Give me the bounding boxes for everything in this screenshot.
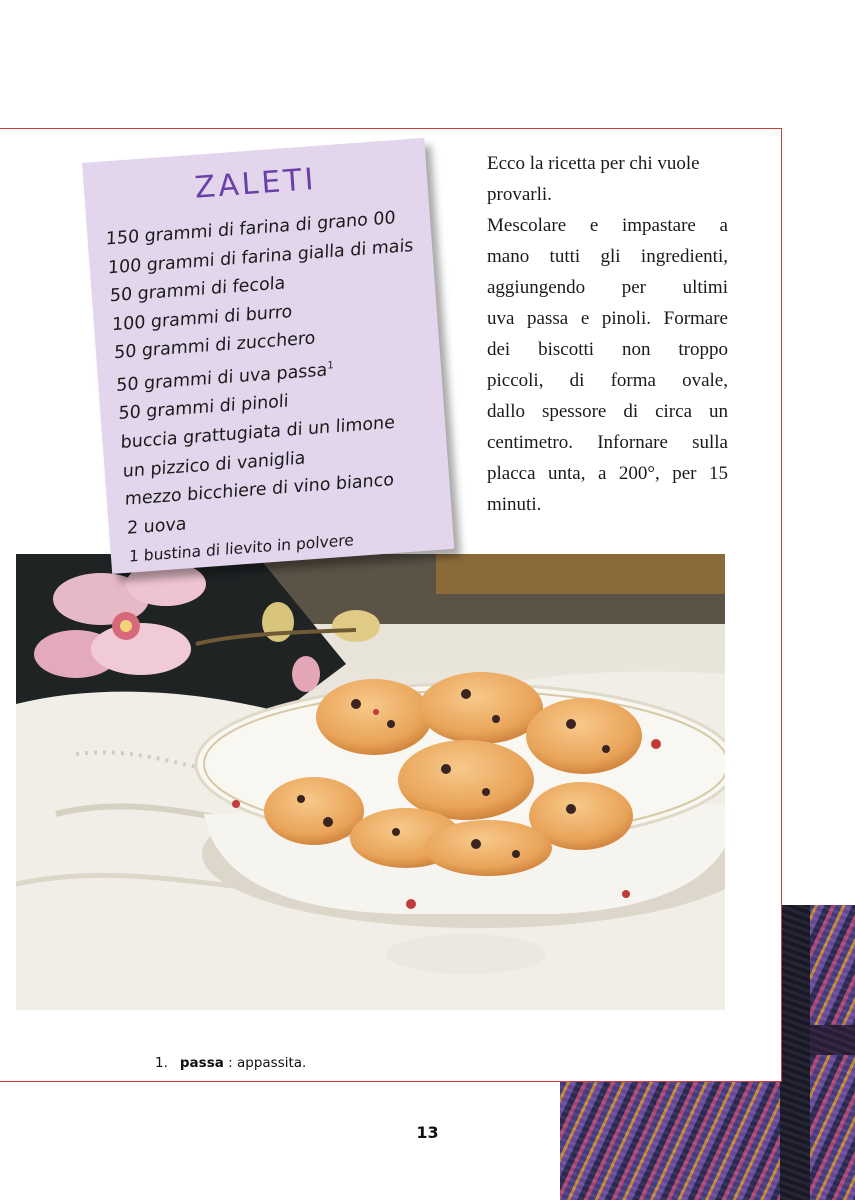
- instruction-line: dallo spessore di circa un: [487, 401, 728, 422]
- instruction-line: Mescolare e impastare a: [487, 215, 728, 236]
- footnote-number: 1.: [155, 1055, 168, 1071]
- footnote-term: passa: [179, 1055, 224, 1071]
- recipe-note-card: ZALETI 150 grammi di farina di grano 00 …: [82, 137, 455, 574]
- footnote: 1. passa : appassita.: [155, 1055, 306, 1071]
- instruction-line: uva passa e pinoli. Formare: [487, 308, 728, 329]
- instruction-line: placca unta, a 200°, per 15: [487, 463, 728, 484]
- instruction-line: centimetro. Infornare sulla: [487, 432, 728, 453]
- instruction-line: minuti.: [487, 494, 542, 515]
- footnote-definition: : appassita.: [223, 1055, 307, 1071]
- instruction-line: provarli.: [487, 184, 552, 205]
- cookies-photo-illustration: [16, 554, 725, 1010]
- recipe-instructions: Ecco la ricetta per chi vuole provarli. …: [487, 148, 728, 520]
- instruction-line: Ecco la ricetta per chi vuole: [487, 153, 700, 174]
- instruction-line: aggiungendo per ultimi: [487, 277, 728, 298]
- page-number: 13: [416, 1123, 439, 1142]
- instruction-line: piccoli, di forma ovale,: [487, 370, 728, 391]
- instruction-line: mano tutti gli ingredienti,: [487, 246, 728, 267]
- ingredients-list: 150 grammi di farina di grano 00 100 gra…: [105, 203, 436, 571]
- instruction-line: dei biscotti non troppo: [487, 339, 728, 360]
- cookies-photo: [16, 554, 725, 1010]
- footnote-marker: 1: [327, 360, 334, 372]
